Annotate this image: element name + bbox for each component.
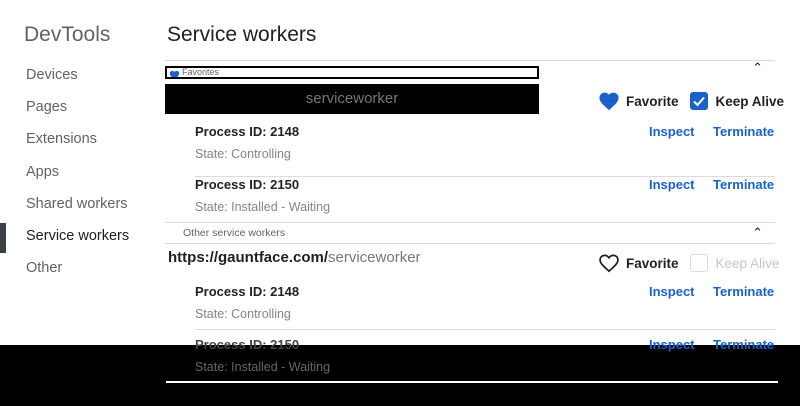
- process-id: Process ID: 2150: [195, 177, 300, 192]
- terminate-link[interactable]: Terminate: [713, 337, 774, 352]
- process-state: State: Controlling: [195, 307, 291, 321]
- keep-alive-label: Keep Alive: [715, 93, 785, 109]
- process-id: Process ID: 2148: [195, 284, 300, 299]
- keep-alive-checkbox[interactable]: [689, 254, 708, 272]
- inspect-link[interactable]: Inspect: [649, 177, 695, 192]
- terminate-link[interactable]: Terminate: [713, 284, 774, 299]
- sidebar-item-apps[interactable]: Apps: [0, 159, 150, 191]
- inspect-link[interactable]: Inspect: [649, 124, 695, 139]
- other-section-label: Other service workers: [183, 227, 286, 239]
- redacted-region: Process ID: 2150 State: Installed - Wait…: [0, 337, 800, 406]
- app-title: DevTools: [24, 23, 111, 46]
- divider: [166, 381, 778, 383]
- chevron-up-icon[interactable]: ⌃: [752, 61, 763, 75]
- sidebar-item-extensions[interactable]: Extensions: [0, 126, 150, 158]
- inspect-link[interactable]: Inspect: [649, 284, 695, 299]
- heart-icon[interactable]: [598, 253, 620, 273]
- sidebar-item-pages[interactable]: Pages: [0, 94, 150, 126]
- process-state: State: Installed - Waiting: [195, 200, 331, 214]
- sidebar: DevTools Devices Pages Extensions Apps S…: [0, 0, 150, 345]
- worker-url: https://gauntface.com/serviceworker: [168, 249, 421, 266]
- worker-url-path: serviceworker: [328, 249, 421, 266]
- favorites-strip: Favorites: [165, 66, 539, 79]
- favorites-worker-controls: Favorite Keep Alive: [598, 91, 784, 111]
- process-state: State: Installed - Waiting: [195, 360, 331, 374]
- terminate-link[interactable]: Terminate: [713, 177, 774, 192]
- process-state: State: Controlling: [195, 147, 291, 161]
- sidebar-item-shared-workers[interactable]: Shared workers: [0, 191, 150, 223]
- keep-alive-checkbox[interactable]: [689, 92, 708, 110]
- checkmark-icon: [692, 96, 705, 107]
- sidebar-item-other[interactable]: Other: [0, 255, 150, 287]
- worker-name-bar: serviceworker: [165, 84, 539, 114]
- sidebar-item-devices[interactable]: Devices: [0, 62, 150, 94]
- favorite-label: Favorite: [626, 93, 679, 109]
- worker-name: serviceworker: [305, 90, 399, 107]
- process-row: Process ID: 2148 State: Controlling Insp…: [195, 124, 775, 177]
- worker-url-host: https://gauntface.com/: [168, 249, 329, 266]
- keep-alive-label: Keep Alive: [715, 255, 780, 271]
- process-row: Process ID: 2148 State: Controlling Insp…: [195, 284, 775, 330]
- heart-icon: [169, 68, 180, 77]
- other-worker-controls: Favorite Keep Alive: [598, 253, 779, 273]
- other-section-header: Other service workers ⌃: [165, 222, 775, 244]
- chevron-up-icon[interactable]: ⌃: [752, 226, 763, 240]
- process-id: Process ID: 2150: [195, 337, 300, 352]
- favorite-label: Favorite: [626, 255, 679, 271]
- favorites-strip-label: Favorites: [182, 67, 220, 77]
- terminate-link[interactable]: Terminate: [713, 124, 774, 139]
- heart-icon[interactable]: [598, 91, 620, 111]
- process-id: Process ID: 2148: [195, 124, 300, 139]
- inspect-link[interactable]: Inspect: [649, 337, 695, 352]
- page-title: Service workers: [167, 23, 317, 46]
- sidebar-nav: Devices Pages Extensions Apps Shared wor…: [0, 62, 150, 287]
- sidebar-item-service-workers[interactable]: Service workers: [0, 222, 150, 255]
